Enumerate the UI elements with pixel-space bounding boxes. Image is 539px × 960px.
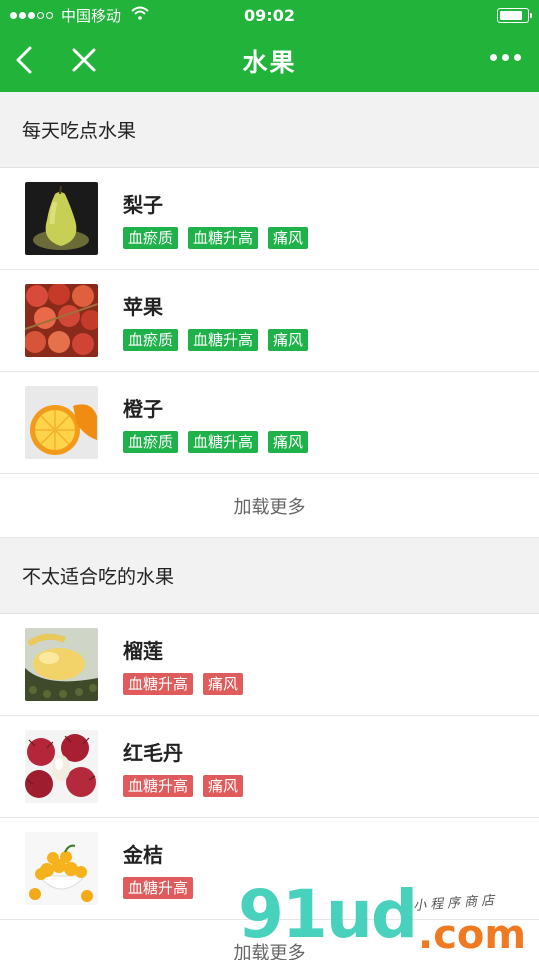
status-bar: 中国移动 09:02: [0, 0, 539, 30]
item-name: 红毛丹: [123, 740, 183, 765]
item-name: 榴莲: [123, 638, 163, 663]
tag: 血糖升高: [123, 672, 194, 695]
list-item-orange[interactable]: 橙子 血瘀质 血糖升高 痛风: [0, 372, 539, 474]
apple-image: [25, 284, 98, 357]
tag-list: 血瘀质 血糖升高 痛风: [123, 328, 309, 351]
tag: 痛风: [268, 430, 309, 453]
battery-icon: [497, 7, 532, 23]
pear-image: [25, 182, 98, 255]
item-name: 梨子: [123, 192, 163, 217]
tag-list: 血糖升高 痛风: [123, 774, 244, 797]
rambutan-image: [25, 730, 98, 803]
tag: 血糖升高: [123, 774, 194, 797]
section-header: 每天吃点水果: [0, 92, 539, 168]
nav-bar: 水果: [0, 30, 539, 92]
back-icon[interactable]: [10, 44, 38, 76]
more-icon[interactable]: [490, 54, 521, 61]
list-item-kumquat[interactable]: 金桔 血糖升高: [0, 818, 539, 920]
tag: 痛风: [268, 226, 309, 249]
signal-icon: [10, 11, 53, 19]
tag: 痛风: [203, 774, 244, 797]
tag: 血糖升高: [188, 328, 259, 351]
tag-list: 血瘀质 血糖升高 痛风: [123, 430, 309, 453]
close-icon[interactable]: [70, 44, 98, 76]
item-name: 橙子: [123, 396, 163, 421]
list-item-rambutan[interactable]: 红毛丹 血糖升高 痛风: [0, 716, 539, 818]
tag-list: 血糖升高 痛风: [123, 672, 244, 695]
item-name: 金桔: [123, 842, 163, 867]
wifi-icon: [131, 6, 149, 24]
tag: 血糖升高: [123, 876, 194, 899]
tag-list: 血糖升高: [123, 876, 194, 899]
tag: 血瘀质: [123, 430, 179, 453]
tag: 血瘀质: [123, 226, 179, 249]
list-item-apple[interactable]: 苹果 血瘀质 血糖升高 痛风: [0, 270, 539, 372]
status-left: 中国移动: [10, 5, 149, 26]
kumquat-image: [25, 832, 98, 905]
list-item-durian[interactable]: 榴莲 血糖升高 痛风: [0, 614, 539, 716]
load-more-button[interactable]: 加载更多: [0, 474, 539, 538]
item-name: 苹果: [123, 294, 163, 319]
load-more-button[interactable]: 加载更多: [0, 920, 539, 960]
tag: 血瘀质: [123, 328, 179, 351]
tag: 血糖升高: [188, 430, 259, 453]
durian-image: [25, 628, 98, 701]
orange-image: [25, 386, 98, 459]
tag: 血糖升高: [188, 226, 259, 249]
tag: 痛风: [268, 328, 309, 351]
list-item-pear[interactable]: 梨子 血瘀质 血糖升高 痛风: [0, 168, 539, 270]
carrier-label: 中国移动: [61, 6, 122, 25]
section-header: 不太适合吃的水果: [0, 538, 539, 614]
tag-list: 血瘀质 血糖升高 痛风: [123, 226, 309, 249]
tag: 痛风: [203, 672, 244, 695]
